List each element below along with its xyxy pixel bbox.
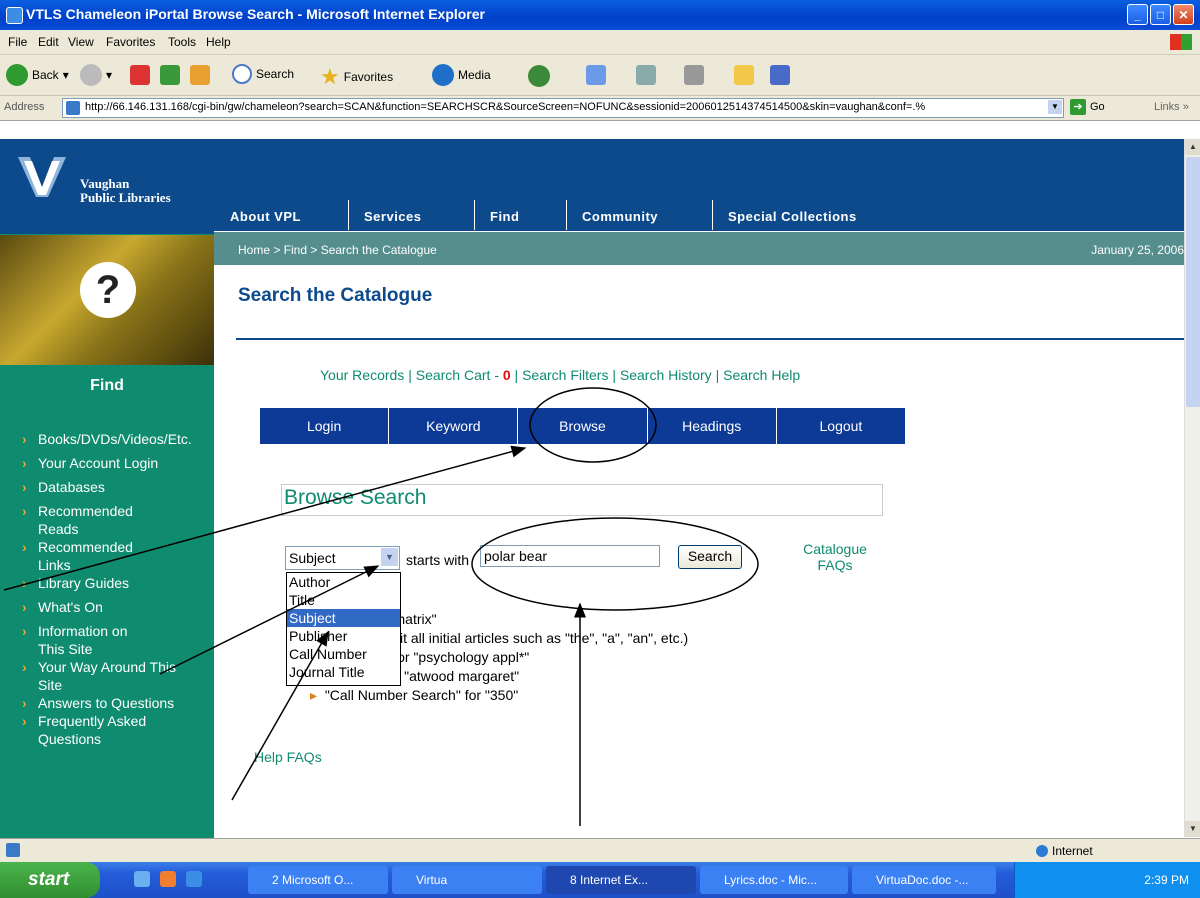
taskbar-item-virtuadoc[interactable]: VirtuaDoc.doc -... xyxy=(852,866,996,894)
arrow-to-select xyxy=(159,565,380,675)
quicklaunch-icon[interactable] xyxy=(134,871,150,887)
browse-ellipse xyxy=(529,387,657,463)
globe-icon xyxy=(1036,845,1048,857)
taskbar: start 2 Microsoft O... Virtua 8 Internet… xyxy=(0,862,1200,898)
arrow-to-subject xyxy=(231,630,329,801)
search-ellipse xyxy=(471,517,759,611)
zone-label: Internet xyxy=(1052,844,1093,858)
start-button[interactable]: start xyxy=(0,862,100,898)
quicklaunch-icon[interactable] xyxy=(186,871,202,887)
arrow-to-browse xyxy=(3,445,527,591)
system-tray: 2:39 PM xyxy=(1014,862,1200,898)
taskbar-item-ie[interactable]: 8 Internet Ex... xyxy=(546,866,696,894)
status-bar: Internet xyxy=(0,838,1200,863)
page-status-icon xyxy=(6,843,20,857)
annotation-overlay xyxy=(3,387,759,826)
taskbar-item-virtua[interactable]: Virtua xyxy=(392,866,542,894)
taskbar-item-lyrics[interactable]: Lyrics.doc - Mic... xyxy=(700,866,848,894)
security-zone: Internet xyxy=(1036,844,1093,858)
taskbar-item-outlook[interactable]: 2 Microsoft O... xyxy=(248,866,388,894)
clock: 2:39 PM xyxy=(1144,873,1189,887)
quicklaunch-icon[interactable] xyxy=(160,871,176,887)
